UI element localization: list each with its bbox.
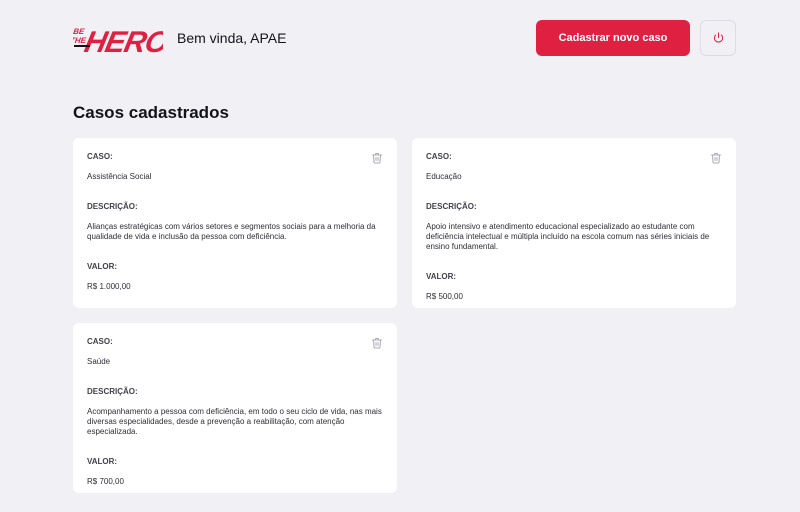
description-label: DESCRIÇÃO: bbox=[87, 387, 138, 396]
case-label: CASO: bbox=[87, 152, 113, 161]
logout-button[interactable] bbox=[700, 20, 736, 56]
trash-icon[interactable] bbox=[371, 151, 383, 164]
case-title: Educação bbox=[426, 172, 462, 181]
case-description: Acompanhamento a pessoa com deficiência,… bbox=[87, 407, 382, 436]
case-label: CASO: bbox=[426, 152, 452, 161]
value-label: VALOR: bbox=[87, 457, 118, 466]
case-card: CASO: Educação DESCRIÇÃO: Apoio intensiv… bbox=[412, 138, 736, 308]
svg-text:BE: BE bbox=[73, 27, 86, 36]
trash-icon[interactable] bbox=[710, 151, 722, 164]
be-the-hero-logo: BE THE HERO bbox=[73, 19, 163, 57]
case-value: R$ 1.000,00 bbox=[87, 282, 131, 291]
svg-text:HERO: HERO bbox=[82, 26, 163, 57]
case-value: R$ 700,00 bbox=[87, 477, 124, 486]
header: BE THE HERO Bem vinda, APAE Cadastrar no… bbox=[73, 19, 736, 57]
value-label: VALOR: bbox=[426, 272, 457, 281]
trash-icon[interactable] bbox=[371, 336, 383, 349]
description-label: DESCRIÇÃO: bbox=[87, 202, 138, 211]
case-description: Apoio intensivo e atendimento educaciona… bbox=[426, 222, 710, 251]
case-value: R$ 500,00 bbox=[426, 292, 463, 301]
new-case-button[interactable]: Cadastrar novo caso bbox=[536, 20, 690, 56]
case-label: CASO: bbox=[87, 337, 113, 346]
case-title: Assistência Social bbox=[87, 172, 152, 181]
case-card: CASO: Saúde DESCRIÇÃO: Acompanhamento a … bbox=[73, 323, 397, 493]
page-title: Casos cadastrados bbox=[73, 103, 229, 122]
case-title: Saúde bbox=[87, 357, 111, 366]
power-icon bbox=[713, 31, 724, 46]
case-card: CASO: Assistência Social DESCRIÇÃO: Alia… bbox=[73, 138, 397, 308]
value-label: VALOR: bbox=[87, 262, 118, 271]
case-description: Alianças estratégicas com vários setores… bbox=[87, 222, 376, 241]
description-label: DESCRIÇÃO: bbox=[426, 202, 477, 211]
welcome-text: Bem vinda, APAE bbox=[177, 30, 287, 46]
